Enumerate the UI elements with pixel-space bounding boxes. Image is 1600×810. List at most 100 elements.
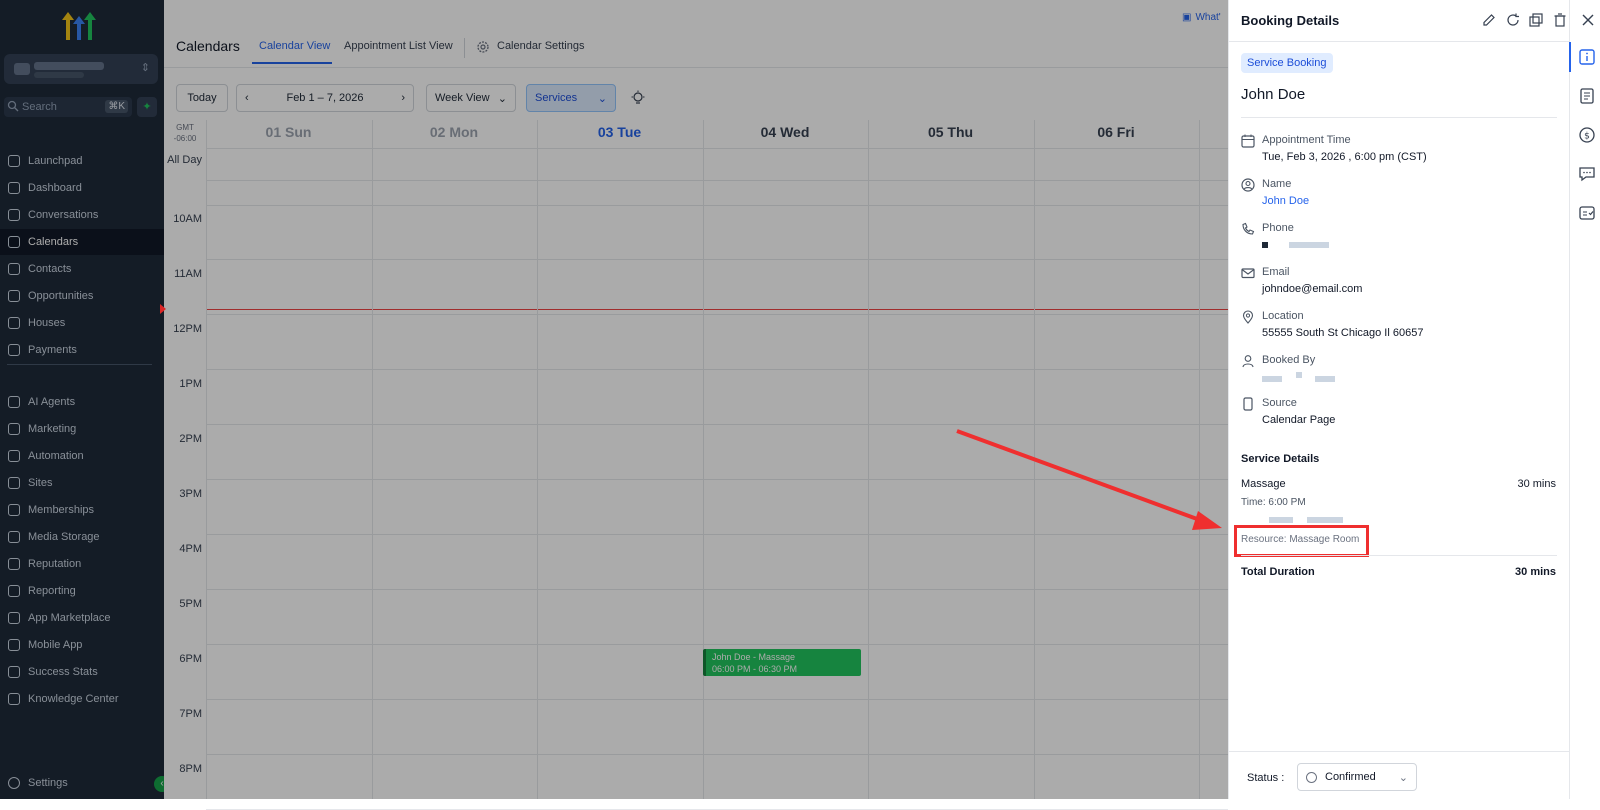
chat-icon[interactable] [1578,165,1596,183]
redacted-value [1307,517,1343,523]
sidebar-item-sites[interactable]: Sites [0,470,164,496]
whats-new-button[interactable]: ▣ What' [1182,8,1221,26]
day-header[interactable]: 05 Thu [868,124,1033,140]
all-day-label: All Day [167,154,202,166]
sidebar-item-reputation[interactable]: Reputation [0,551,164,577]
service-details-title: Service Details [1241,453,1320,465]
sidebar-item-reporting[interactable]: Reporting [0,578,164,604]
time-label: 6PM [179,653,202,665]
media-storage-icon [8,531,20,543]
sidebar-item-launchpad[interactable]: Launchpad [0,148,164,174]
sidebar-item-media-storage[interactable]: Media Storage [0,524,164,550]
mobile-app-icon [8,639,20,651]
user-circle-icon [1241,178,1255,192]
appointment-event[interactable]: John Doe - Massage 06:00 PM - 06:30 PM [703,649,861,676]
week-grid: GMT -06:00 All Day 01 Sun 02 Mon 03 Tue 04 … [164,120,1228,810]
services-filter[interactable]: Services ⌄ [526,84,616,112]
sidebar-item-automation[interactable]: Automation [0,443,164,469]
grid-column-line [371,120,373,799]
day-header[interactable]: 02 Mon [372,124,537,140]
tab-appointment-list-view[interactable]: Appointment List View [344,40,453,52]
sidebar-item-conversations[interactable]: Conversations [0,202,164,228]
sidebar-item-label: AI Agents [28,396,76,408]
time-label: 8PM [179,763,202,775]
field-label: Email [1262,266,1290,278]
grid-column-line [702,120,704,799]
sidebar-item-success-stats[interactable]: Success Stats [0,659,164,685]
sidebar-item-label: Success Stats [28,666,98,678]
time-label: 12PM [173,323,202,335]
svg-text:$: $ [1584,132,1590,142]
contact-name-link[interactable]: John Doe [1262,195,1309,207]
panel-title: Booking Details [1241,13,1340,28]
date-range-label: Feb 1 – 7, 2026 [286,92,364,104]
app-logo-icon [62,12,96,40]
sidebar: ⇕ Search ⌘K ✦ Launchpad Dashboard Conversa… [0,0,170,799]
sidebar-item-houses[interactable]: Houses [0,310,164,336]
sidebar-item-app-marketplace[interactable]: App Marketplace [0,605,164,631]
today-button[interactable]: Today [176,84,228,112]
launchpad-icon [8,155,20,167]
sidebar-item-label: Opportunities [28,290,94,302]
redacted-value [1262,242,1268,248]
notes-icon[interactable] [1578,87,1596,105]
sidebar-item-knowledge-center[interactable]: Knowledge Center [0,686,164,712]
sidebar-item-contacts[interactable]: Contacts [0,256,164,282]
sidebar-item-dashboard[interactable]: Dashboard [0,175,164,201]
sidebar-item-ai-agents[interactable]: AI Agents [0,389,164,415]
dollar-icon[interactable]: $ [1578,126,1596,144]
sidebar-item-calendars[interactable]: Calendars [0,229,164,255]
quick-action-button[interactable]: ✦ [137,97,157,117]
tab-calendar-view[interactable]: Calendar View [259,40,330,52]
total-duration-value: 30 mins [1515,566,1556,578]
status-select[interactable]: Confirmed ⌄ [1297,763,1417,791]
sidebar-item-mobile-app[interactable]: Mobile App [0,632,164,658]
sidebar-item-label: Mobile App [28,639,83,651]
account-switcher[interactable]: ⇕ [4,54,158,84]
sidebar-item-settings[interactable]: Settings [0,770,164,796]
gear-icon [8,777,20,789]
time-label: 5PM [179,598,202,610]
sidebar-item-opportunities[interactable]: Opportunities [0,283,164,309]
view-select[interactable]: Week View ⌄ [426,84,516,112]
form-icon[interactable] [1578,204,1596,222]
sidebar-item-payments[interactable]: Payments [0,337,164,363]
search-input[interactable]: Search ⌘K [4,97,132,117]
service-duration: 30 mins [1517,478,1556,490]
day-header[interactable]: 06 Fri [1034,124,1199,140]
redacted-value [1289,242,1329,248]
day-header[interactable]: 01 Sun [206,124,371,140]
announcement-icon: ▣ [1182,11,1192,23]
day-header[interactable]: 03 Tue [537,124,702,140]
info-icon[interactable] [1578,48,1596,66]
grid-column-line [537,120,538,799]
sidebar-item-label: Dashboard [28,182,82,194]
booking-type-badge: Service Booking [1241,53,1333,73]
next-week-icon[interactable]: › [401,92,405,104]
field-value: johndoe@email.com [1262,283,1363,295]
sidebar-item-label: Marketing [28,423,77,435]
tab-calendar-settings[interactable]: Calendar Settings [497,40,584,52]
duplicate-icon[interactable] [1528,12,1544,28]
prev-week-icon[interactable]: ‹ [245,92,249,104]
date-range-navigator: ‹ Feb 1 – 7, 2026 › [236,84,414,112]
day-header[interactable]: 04 Wed [703,124,868,140]
sidebar-item-label: Media Storage [28,531,100,543]
sidebar-item-marketing[interactable]: Marketing [0,416,164,442]
status-value: Confirmed [1325,771,1376,783]
trash-icon[interactable] [1552,12,1568,28]
lightbulb-icon[interactable] [630,90,646,106]
refresh-icon[interactable] [1505,12,1521,28]
account-name-redacted [34,62,104,70]
sidebar-item-memberships[interactable]: Memberships [0,497,164,523]
edit-icon[interactable] [1481,12,1497,28]
divider [1241,555,1557,556]
grid-row-line [206,479,1228,480]
time-label: 7PM [179,708,202,720]
payments-icon [8,344,20,356]
panel-footer: Status : Confirmed ⌄ [1229,751,1569,799]
sidebar-item-label: Launchpad [28,155,83,167]
redacted-value [1262,376,1282,382]
sidebar-item-label: Conversations [28,209,99,221]
status-label: Status : [1247,772,1285,784]
